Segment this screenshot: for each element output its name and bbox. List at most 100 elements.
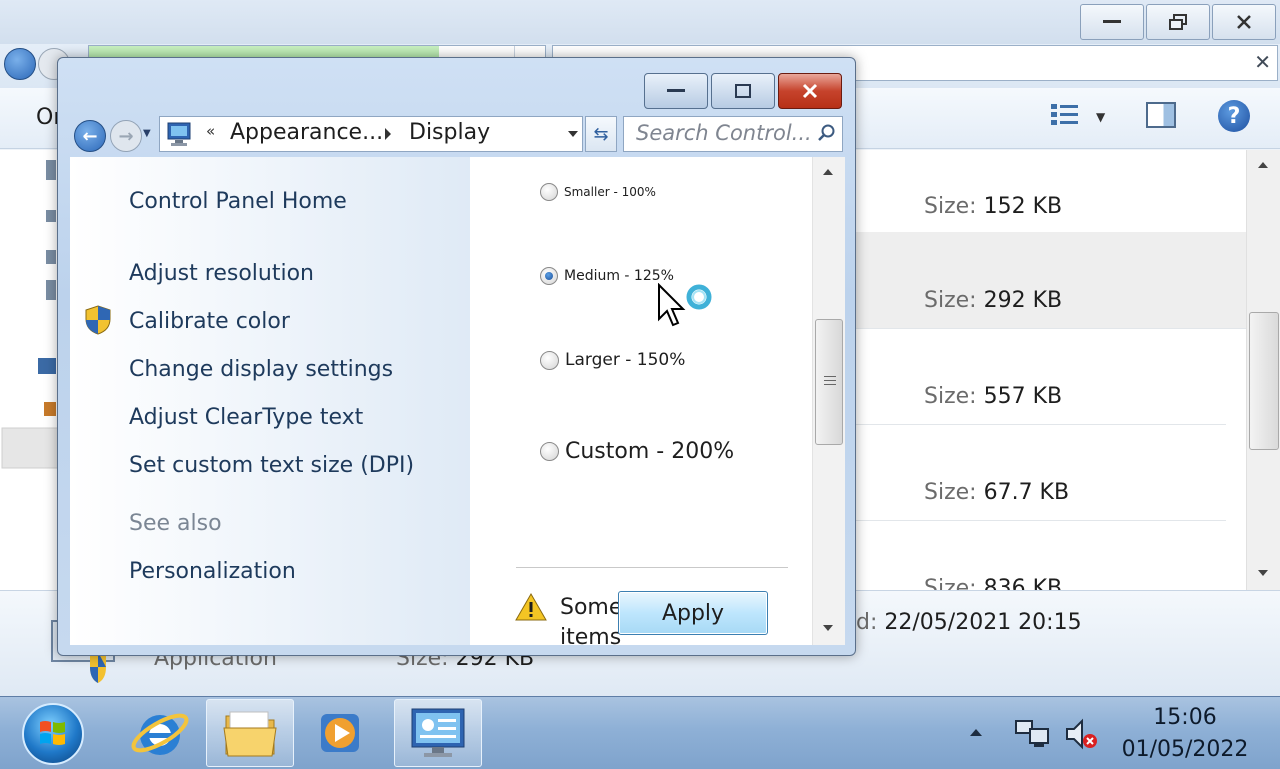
preview-pane-icon[interactable] (1146, 102, 1176, 128)
option-larger[interactable]: Larger - 150% (540, 350, 685, 370)
refresh-button[interactable]: ⇆ (585, 116, 617, 152)
back-button[interactable]: ← (74, 120, 106, 152)
file-size: Size: 152 KB (924, 194, 1063, 219)
volume-muted-icon[interactable] (1064, 717, 1098, 751)
date-modified: d: 22/05/2021 20:15 (856, 610, 1082, 635)
breadcrumb[interactable]: « Appearance... Display (159, 116, 583, 152)
file-row[interactable]: Size: 67.7 KB (856, 424, 1226, 521)
file-row[interactable]: Size: 836 KB (856, 520, 1226, 590)
background-scroll-thumb[interactable] (1249, 312, 1279, 450)
folder-icon (223, 711, 277, 757)
option-medium-label: Medium - 125% (564, 268, 674, 284)
background-scrollbar[interactable] (1246, 150, 1280, 590)
section-divider (516, 567, 788, 568)
minimize-button[interactable] (644, 73, 708, 109)
breadcrumb-separator-icon[interactable] (385, 128, 391, 140)
option-custom-label: Custom - 200% (565, 439, 735, 464)
windows-logo-icon (40, 721, 65, 745)
taskbar-internet-explorer[interactable] (116, 699, 204, 767)
adjust-resolution-link[interactable]: Adjust resolution (129, 261, 314, 286)
radio-medium[interactable] (540, 267, 558, 285)
option-larger-label: Larger - 150% (565, 350, 686, 370)
control-panel-icon (167, 122, 191, 146)
content-scrollbar[interactable] (812, 157, 845, 645)
forward-button[interactable]: → (110, 120, 142, 152)
background-restore-button[interactable] (1146, 4, 1210, 40)
search-icon[interactable] (818, 124, 836, 142)
adjust-cleartype-link[interactable]: Adjust ClearType text (129, 405, 363, 430)
close-icon (802, 83, 818, 99)
media-player-icon (321, 714, 359, 752)
file-size: Size: 67.7 KB (924, 480, 1070, 505)
taskbar: 15:06 01/05/2022 (0, 696, 1280, 769)
set-custom-dpi-link[interactable]: Set custom text size (DPI) (129, 453, 414, 478)
file-row[interactable]: Size: 557 KB (856, 328, 1226, 425)
internet-explorer-icon (131, 713, 189, 755)
background-back-button[interactable] (4, 48, 36, 80)
taskbar-windows-explorer[interactable] (206, 699, 294, 767)
maximize-button[interactable] (711, 73, 775, 109)
search-placeholder: Search Control... (636, 121, 812, 145)
control-panel-home-link[interactable]: Control Panel Home (129, 189, 347, 214)
minimize-icon (1103, 20, 1121, 23)
display-control-panel-window: ← → ▼ « Appearance... Display ⇆ Search C… (57, 57, 856, 656)
apply-button[interactable]: Apply (618, 591, 768, 635)
restore-icon (1169, 14, 1187, 30)
radio-larger[interactable] (540, 350, 559, 370)
busy-cursor-icon (658, 283, 712, 327)
breadcrumb-display[interactable]: Display (409, 120, 490, 145)
scroll-up-icon[interactable] (1258, 162, 1268, 168)
display-size-pane: Smaller - 100% Medium - 125% Larger - 15… (470, 157, 844, 645)
change-display-settings-link[interactable]: Change display settings (129, 357, 393, 382)
file-size: Size: 292 KB (924, 288, 1063, 313)
scroll-thumb[interactable] (815, 319, 843, 445)
scroll-up-icon[interactable] (823, 169, 833, 175)
show-hidden-icons-icon[interactable] (970, 729, 982, 736)
search-input[interactable]: Search Control... (623, 116, 843, 152)
calibrate-color-link[interactable]: Calibrate color (129, 309, 290, 334)
background-close-button[interactable] (1212, 4, 1276, 40)
scroll-down-icon[interactable] (823, 625, 833, 631)
maximize-icon (735, 84, 751, 98)
warning-icon (515, 593, 547, 621)
close-icon (1237, 15, 1251, 29)
view-options-icon[interactable] (1050, 102, 1080, 128)
background-minimize-button[interactable] (1080, 4, 1144, 40)
file-row-selected[interactable]: Size: 292 KB (856, 232, 1246, 329)
radio-custom[interactable] (540, 442, 559, 461)
view-dropdown-icon[interactable]: ▼ (1096, 110, 1105, 124)
tasks-pane: Control Panel Home Adjust resolution Cal… (70, 157, 470, 645)
clear-icon[interactable]: ✕ (1254, 50, 1271, 74)
breadcrumb-appearance[interactable]: Appearance... (230, 120, 383, 145)
breadcrumb-overflow[interactable]: « (206, 122, 215, 140)
personalization-link[interactable]: Personalization (129, 559, 296, 584)
option-smaller[interactable]: Smaller - 100% (540, 183, 656, 201)
address-dropdown-icon[interactable] (568, 131, 578, 137)
taskbar-control-panel[interactable] (394, 699, 482, 767)
help-icon[interactable]: ? (1218, 100, 1250, 132)
radio-smaller[interactable] (540, 183, 558, 201)
close-button[interactable] (778, 73, 842, 109)
refresh-icon: ⇆ (593, 123, 609, 145)
arrow-right-icon: → (118, 125, 134, 147)
scroll-down-icon[interactable] (1258, 570, 1268, 576)
taskbar-media-player[interactable] (296, 699, 384, 767)
clock-date[interactable]: 01/05/2022 (1120, 737, 1250, 762)
grip-line (824, 376, 836, 377)
option-smaller-label: Smaller - 100% (564, 185, 656, 199)
minimize-icon (667, 89, 685, 92)
option-medium[interactable]: Medium - 125% (540, 267, 674, 285)
arrow-left-icon: ← (82, 125, 98, 147)
option-custom[interactable]: Custom - 200% (540, 439, 734, 464)
file-size: Size: 836 KB (924, 576, 1063, 590)
recent-pages-dropdown-icon[interactable]: ▼ (143, 128, 151, 139)
navigation-pane-icons (1, 160, 58, 469)
network-icon[interactable] (1014, 717, 1050, 749)
background-titlebar (0, 0, 1280, 44)
grip-line (824, 380, 836, 381)
clock-time[interactable]: 15:06 (1130, 705, 1240, 730)
file-size: Size: 557 KB (924, 384, 1063, 409)
control-panel-icon (411, 708, 465, 757)
see-also-heading: See also (129, 511, 222, 536)
start-button[interactable] (22, 703, 84, 765)
